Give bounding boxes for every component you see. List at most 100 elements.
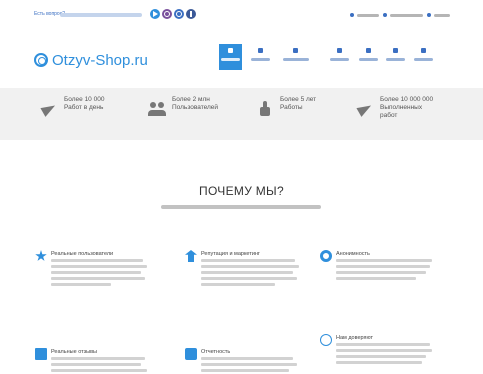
nav-item-4[interactable] xyxy=(328,44,351,70)
nav-item-5-icon xyxy=(366,48,371,53)
logo-icon xyxy=(34,53,48,67)
feature-text-line xyxy=(336,355,426,358)
feature-text-line xyxy=(51,271,141,274)
nav-item-6-icon xyxy=(393,48,398,53)
feature-title: Реальные пользователи xyxy=(51,251,114,257)
top-link-1[interactable] xyxy=(350,13,379,17)
paper-plane-icon xyxy=(40,100,58,118)
nav-item-7-label xyxy=(414,58,433,61)
top-link-2[interactable] xyxy=(383,13,423,17)
nav-item-4-label xyxy=(330,58,349,61)
feature-title: Репутация и маркетинг xyxy=(201,251,260,257)
feature-text-line xyxy=(51,277,145,280)
feature-title: Реальные отзывы xyxy=(51,349,98,355)
top-link-1-label xyxy=(357,13,379,17)
stat-value: Более 5 лет xyxy=(280,96,317,103)
stats-bar: Более 10 000 Работ в день Более 2 млн По… xyxy=(0,88,483,140)
stat-value: Более 2 млн xyxy=(172,96,210,103)
feature-text-line xyxy=(201,265,299,268)
feature-title: Нам доверяют xyxy=(336,335,374,341)
stat-caption: Выполненных xyxy=(380,104,423,111)
feature-text xyxy=(336,343,430,346)
nav-item-1[interactable] xyxy=(219,44,242,70)
users-icon xyxy=(148,100,166,118)
telegram-icon[interactable] xyxy=(150,9,160,19)
nav-item-4-icon xyxy=(337,48,342,53)
smile-icon xyxy=(320,334,332,346)
stat-value: Более 10 000 xyxy=(64,96,105,103)
stat-item: Более 10 000 Работ в день xyxy=(40,96,104,132)
feature-title: Анонимность xyxy=(336,251,370,257)
stat-caption: Работ в день xyxy=(64,104,104,111)
top-link-2-label xyxy=(390,13,423,17)
feature-text-line xyxy=(201,271,293,274)
thumbs-up-icon xyxy=(256,100,274,118)
feature-title: Отчетность xyxy=(201,349,231,355)
feature-text-line xyxy=(51,363,141,366)
top-link-3-icon xyxy=(427,13,431,17)
stat-text: Более 10 000 Работ в день xyxy=(64,96,104,112)
feature-text xyxy=(201,259,295,262)
feature-text xyxy=(51,357,145,360)
nav-item-2-label xyxy=(251,58,270,61)
whatsapp-icon[interactable] xyxy=(174,9,184,19)
nav-item-3[interactable] xyxy=(281,44,311,70)
feature-text-line xyxy=(336,271,426,274)
feature-text xyxy=(336,259,432,262)
nav-item-7[interactable] xyxy=(412,44,435,70)
report-icon xyxy=(185,348,197,360)
facebook-icon[interactable] xyxy=(186,9,196,19)
top-link-2-icon xyxy=(383,13,387,17)
section-subtitle xyxy=(161,205,321,209)
nav-item-2[interactable] xyxy=(249,44,272,70)
nav-item-7-icon xyxy=(421,48,426,53)
top-link-3[interactable] xyxy=(427,13,450,17)
stat-text: Более 2 млн Пользователей xyxy=(172,96,218,112)
feature-text-line xyxy=(336,265,430,268)
nav-item-1-label xyxy=(221,58,240,61)
logo-text: Otzyv-Shop.ru xyxy=(52,51,148,69)
stat-text: Более 5 лет Работы xyxy=(280,96,316,112)
feature-text-line xyxy=(51,369,147,372)
site-logo[interactable]: Otzyv-Shop.ru xyxy=(34,51,148,69)
stat-item: Более 10 000 000 Выполненных работ xyxy=(356,96,433,132)
feature-text-line xyxy=(201,363,297,366)
feature-text-line xyxy=(51,265,147,268)
feature-text xyxy=(201,357,293,360)
paper-plane-icon xyxy=(356,100,374,118)
nav-item-5[interactable] xyxy=(357,44,380,70)
feature-text-line xyxy=(201,277,297,280)
top-link-3-label xyxy=(434,13,450,17)
nav-item-3-icon xyxy=(293,48,298,53)
question-text xyxy=(60,13,142,17)
feature-text-line xyxy=(336,361,422,364)
image-icon xyxy=(35,348,47,360)
feature-text-line xyxy=(201,283,275,286)
feature-text-line xyxy=(201,369,289,372)
gear-icon xyxy=(320,250,332,262)
stat-caption: Работы xyxy=(280,104,303,111)
stat-value: Более 10 000 000 xyxy=(380,96,434,103)
viber-icon[interactable] xyxy=(162,9,172,19)
reputation-icon xyxy=(185,250,197,262)
feature-text-line xyxy=(336,349,432,352)
nav-item-1-icon xyxy=(228,48,233,53)
top-bar: Есть вопрос? xyxy=(0,0,483,34)
nav-item-3-label xyxy=(283,58,309,61)
star-icon xyxy=(35,250,47,261)
nav-item-6-label xyxy=(386,58,405,61)
stat-text: Более 10 000 000 Выполненных работ xyxy=(380,96,433,120)
feature-text-line xyxy=(336,277,416,280)
stat-item: Более 2 млн Пользователей xyxy=(148,96,218,132)
top-link-1-icon xyxy=(350,13,354,17)
nav-item-5-label xyxy=(359,58,378,61)
feature-text-line xyxy=(51,283,111,286)
stat-caption: Пользователей xyxy=(172,104,219,111)
nav-item-2-icon xyxy=(258,48,263,53)
stat-item: Более 5 лет Работы xyxy=(256,96,316,132)
section-title: ПОЧЕМУ МЫ? xyxy=(199,184,284,198)
page: Есть вопрос? Otzyv-Shop.ru Более 10 000 … xyxy=(0,0,483,374)
feature-text xyxy=(51,259,143,262)
stat-caption: работ xyxy=(380,112,398,119)
nav-item-6[interactable] xyxy=(384,44,407,70)
